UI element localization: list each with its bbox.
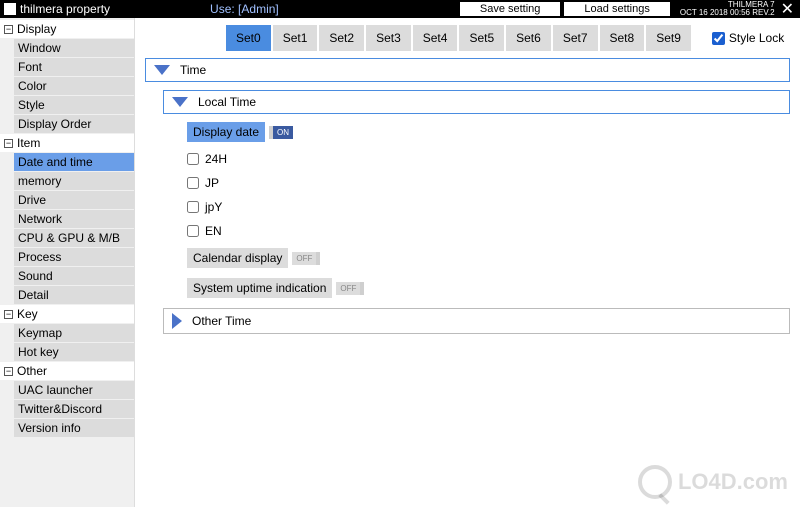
display-date-row[interactable]: Display date ON bbox=[187, 122, 790, 142]
sidebar-group-other[interactable]: −Other bbox=[0, 362, 134, 380]
sidebar: −DisplayWindowFontColorStyleDisplay Orde… bbox=[0, 18, 135, 507]
sidebar-item-display-order[interactable]: Display Order bbox=[14, 115, 134, 133]
user-label: Use: [Admin] bbox=[210, 2, 279, 16]
sidebar-item-twitter-discord[interactable]: Twitter&Discord bbox=[14, 400, 134, 418]
local-time-label: Local Time bbox=[198, 95, 256, 109]
en-checkbox[interactable] bbox=[187, 225, 199, 237]
sidebar-group-display[interactable]: −Display bbox=[0, 20, 134, 38]
tab-set4[interactable]: Set4 bbox=[412, 24, 459, 52]
other-time-section-header[interactable]: Other Time bbox=[163, 308, 790, 334]
other-time-label: Other Time bbox=[192, 314, 251, 328]
collapse-icon[interactable]: − bbox=[4, 139, 13, 148]
toggle-off-icon[interactable]: OFF bbox=[336, 282, 364, 295]
sidebar-item-cpu-gpu-m-b[interactable]: CPU & GPU & M/B bbox=[14, 229, 134, 247]
24h-label: 24H bbox=[205, 152, 227, 166]
load-settings-button[interactable]: Load settings bbox=[564, 2, 669, 16]
tab-set8[interactable]: Set8 bbox=[599, 24, 646, 52]
sidebar-item-memory[interactable]: memory bbox=[14, 172, 134, 190]
jp-checkbox[interactable] bbox=[187, 177, 199, 189]
app-icon bbox=[4, 3, 16, 15]
sidebar-group-label: Key bbox=[17, 307, 38, 321]
jpy-label: jpY bbox=[205, 200, 222, 214]
sidebar-item-detail[interactable]: Detail bbox=[14, 286, 134, 304]
chevron-down-icon bbox=[172, 97, 188, 107]
sidebar-group-label: Other bbox=[17, 364, 47, 378]
tab-set2[interactable]: Set2 bbox=[318, 24, 365, 52]
display-date-label: Display date bbox=[187, 122, 265, 142]
en-checkbox-row[interactable]: EN bbox=[187, 224, 790, 238]
sidebar-item-sound[interactable]: Sound bbox=[14, 267, 134, 285]
tab-set1[interactable]: Set1 bbox=[272, 24, 319, 52]
sidebar-group-item[interactable]: −Item bbox=[0, 134, 134, 152]
tab-set9[interactable]: Set9 bbox=[645, 24, 692, 52]
calendar-display-row[interactable]: Calendar display OFF bbox=[187, 248, 790, 268]
style-lock-input[interactable] bbox=[712, 32, 725, 45]
sidebar-item-process[interactable]: Process bbox=[14, 248, 134, 266]
system-uptime-row[interactable]: System uptime indication OFF bbox=[187, 278, 790, 298]
sidebar-group-key[interactable]: −Key bbox=[0, 305, 134, 323]
jpy-checkbox[interactable] bbox=[187, 201, 199, 213]
sidebar-item-date-and-time[interactable]: Date and time bbox=[14, 153, 134, 171]
jp-label: JP bbox=[205, 176, 219, 190]
collapse-icon[interactable]: − bbox=[4, 310, 13, 319]
en-label: EN bbox=[205, 224, 222, 238]
sidebar-item-version-info[interactable]: Version info bbox=[14, 419, 134, 437]
sidebar-item-window[interactable]: Window bbox=[14, 39, 134, 57]
sidebar-item-hot-key[interactable]: Hot key bbox=[14, 343, 134, 361]
collapse-icon[interactable]: − bbox=[4, 25, 13, 34]
local-time-section-header[interactable]: Local Time bbox=[163, 90, 790, 114]
tab-set7[interactable]: Set7 bbox=[552, 24, 599, 52]
toggle-off-icon[interactable]: OFF bbox=[292, 252, 320, 265]
save-setting-button[interactable]: Save setting bbox=[460, 2, 561, 16]
jpy-checkbox-row[interactable]: jpY bbox=[187, 200, 790, 214]
style-lock-label: Style Lock bbox=[729, 31, 784, 45]
toggle-on-icon[interactable]: ON bbox=[269, 126, 293, 139]
sidebar-item-font[interactable]: Font bbox=[14, 58, 134, 76]
24h-checkbox[interactable] bbox=[187, 153, 199, 165]
24h-checkbox-row[interactable]: 24H bbox=[187, 152, 790, 166]
tab-set0[interactable]: Set0 bbox=[225, 24, 272, 52]
calendar-display-label: Calendar display bbox=[187, 248, 288, 268]
sidebar-group-label: Display bbox=[17, 22, 56, 36]
chevron-down-icon bbox=[154, 65, 170, 75]
sidebar-item-style[interactable]: Style bbox=[14, 96, 134, 114]
sidebar-item-network[interactable]: Network bbox=[14, 210, 134, 228]
system-uptime-label: System uptime indication bbox=[187, 278, 332, 298]
tab-set3[interactable]: Set3 bbox=[365, 24, 412, 52]
sidebar-item-drive[interactable]: Drive bbox=[14, 191, 134, 209]
collapse-icon[interactable]: − bbox=[4, 367, 13, 376]
tab-set5[interactable]: Set5 bbox=[458, 24, 505, 52]
time-label: Time bbox=[180, 63, 206, 77]
sidebar-item-keymap[interactable]: Keymap bbox=[14, 324, 134, 342]
sidebar-item-color[interactable]: Color bbox=[14, 77, 134, 95]
style-lock-checkbox[interactable]: Style Lock bbox=[712, 31, 784, 45]
close-icon[interactable]: ✕ bbox=[779, 0, 796, 19]
sidebar-group-label: Item bbox=[17, 136, 40, 150]
sidebar-item-uac-launcher[interactable]: UAC launcher bbox=[14, 381, 134, 399]
chevron-right-icon bbox=[172, 313, 182, 329]
window-title: thilmera property bbox=[20, 2, 110, 16]
tab-set6[interactable]: Set6 bbox=[505, 24, 552, 52]
jp-checkbox-row[interactable]: JP bbox=[187, 176, 790, 190]
build-meta: THILMERA 7 OCT 16 2018 00:56 REV.2 bbox=[680, 1, 775, 17]
time-section-header[interactable]: Time bbox=[145, 58, 790, 82]
